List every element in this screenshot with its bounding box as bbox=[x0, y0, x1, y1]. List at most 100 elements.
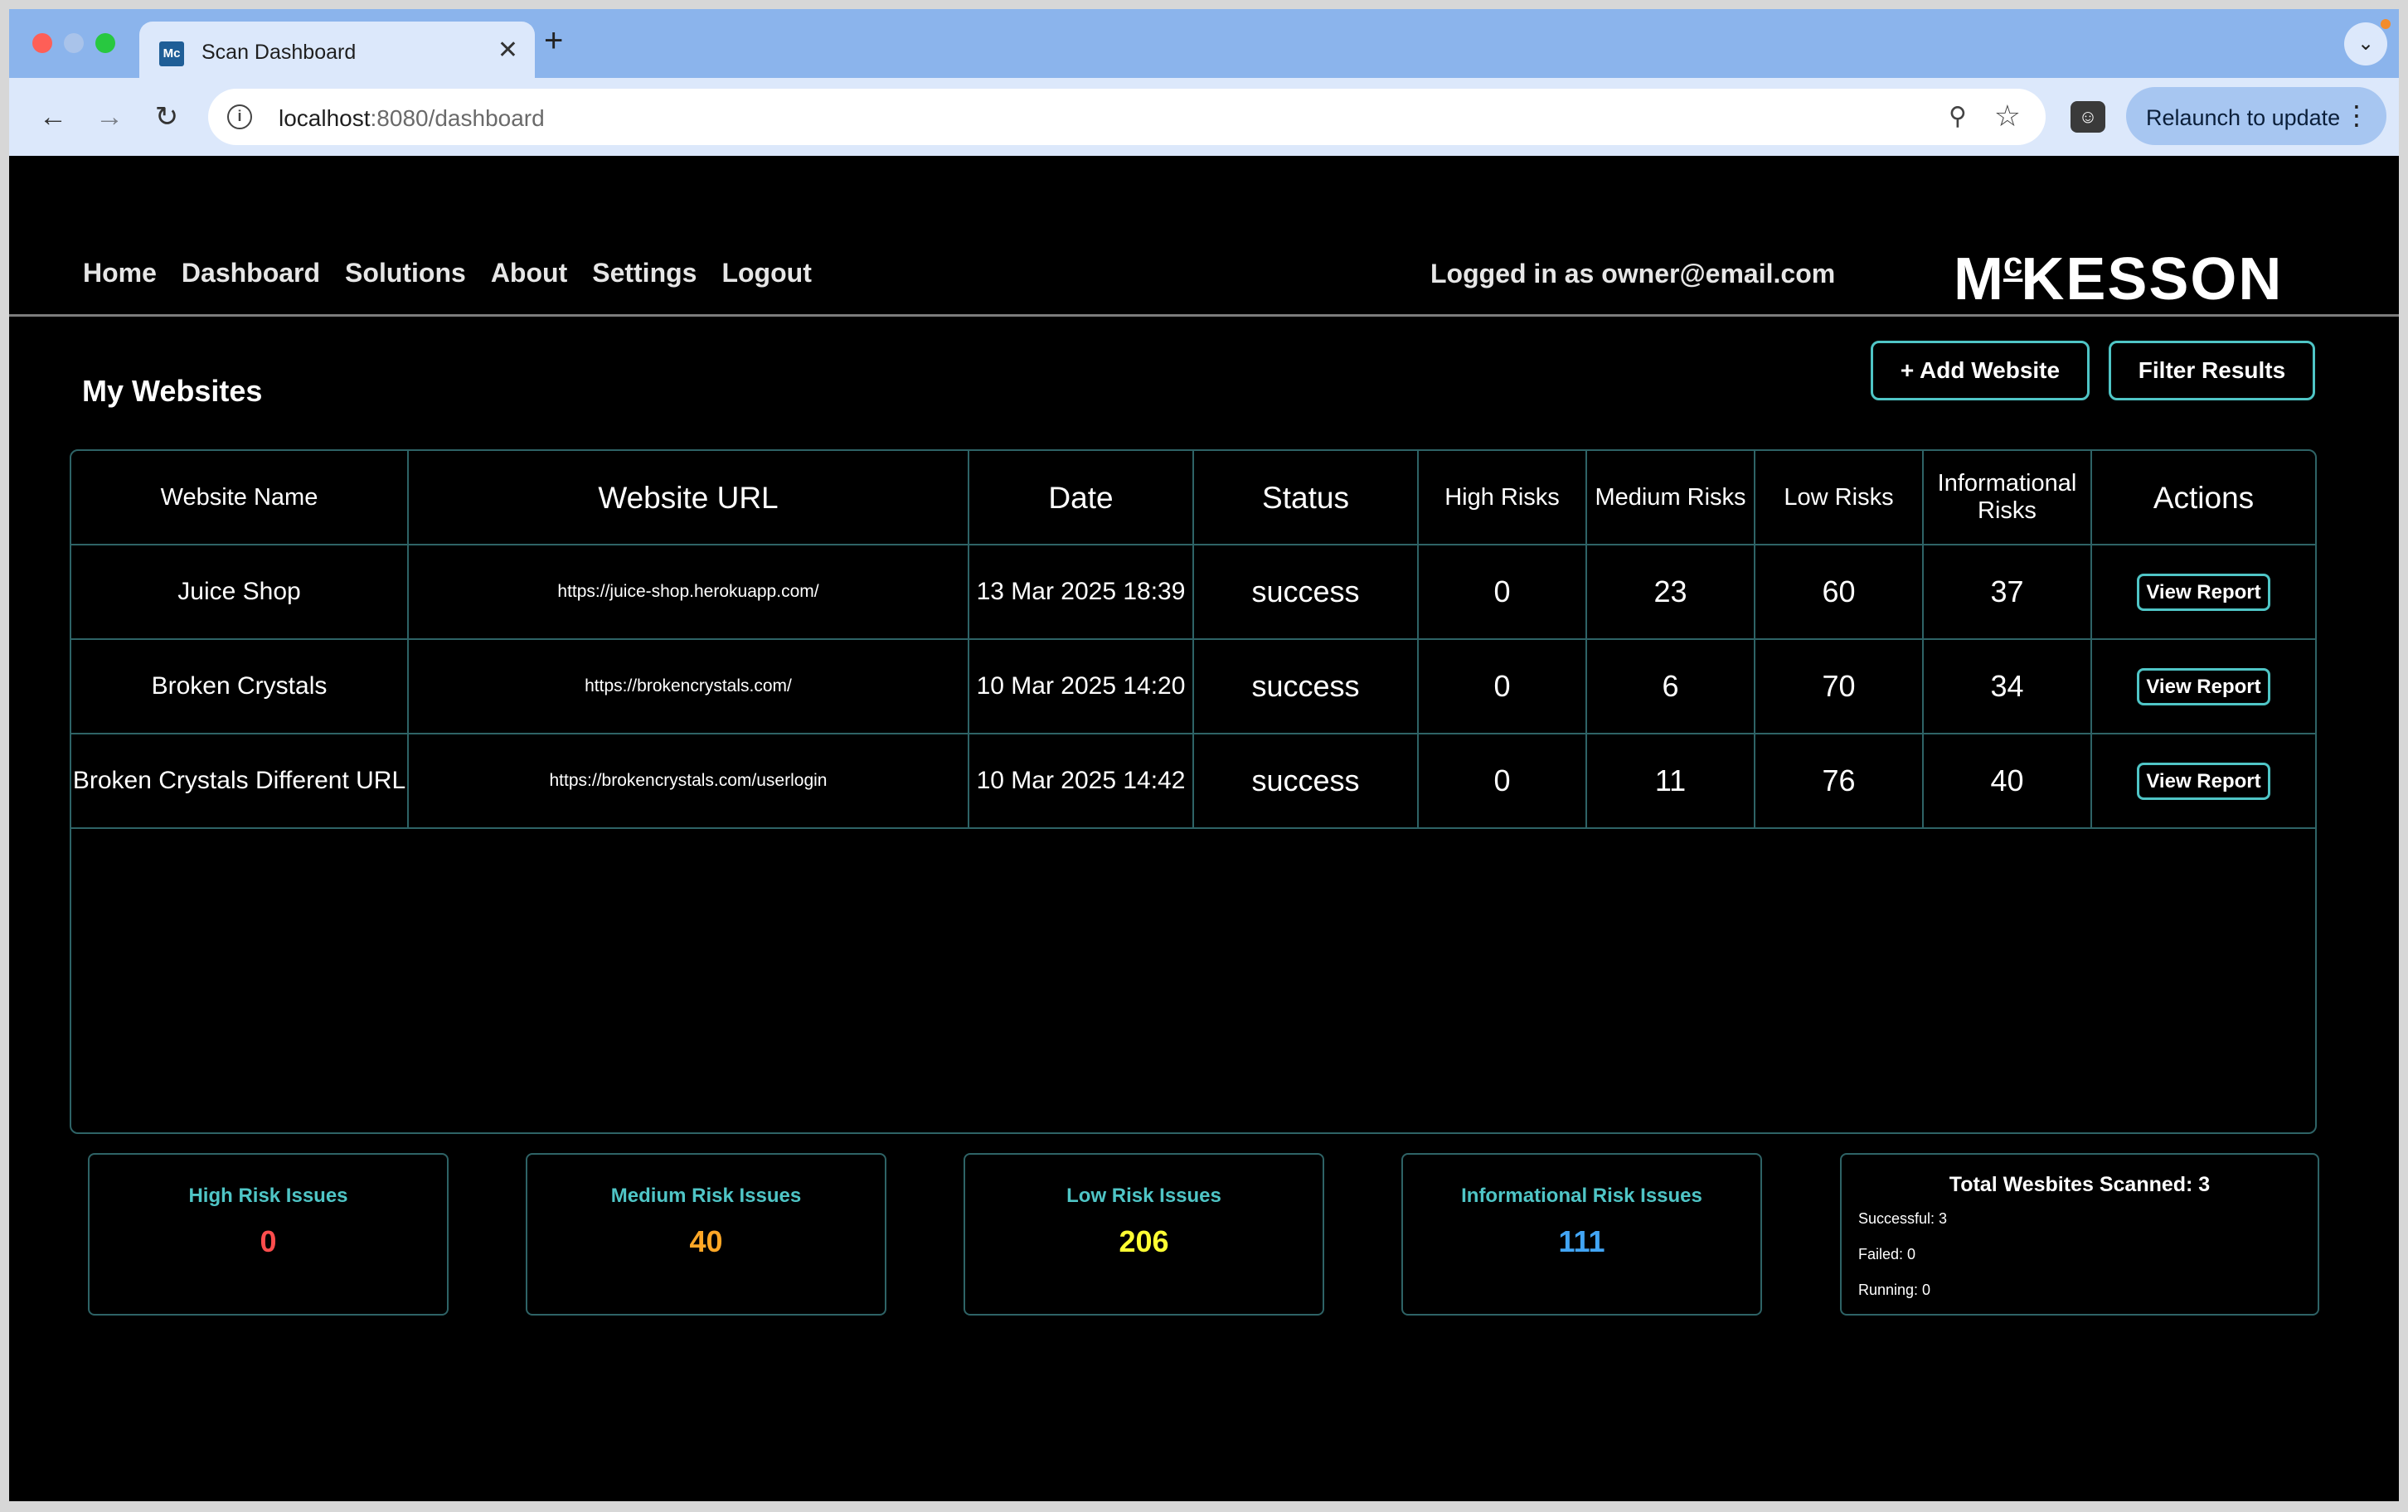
nav-solutions[interactable]: Solutions bbox=[345, 258, 466, 288]
site-info-icon[interactable]: i bbox=[227, 104, 252, 129]
cell-date: 13 Mar 2025 18:39 bbox=[968, 544, 1194, 640]
relaunch-button[interactable]: Relaunch to update ⋮ bbox=[2126, 87, 2386, 145]
cell-status: success bbox=[1192, 638, 1419, 734]
cell-website-name: Broken Crystals bbox=[71, 638, 409, 734]
medium-risk-value: 40 bbox=[689, 1224, 723, 1258]
favicon-icon: Mc bbox=[159, 41, 184, 66]
nav-logout[interactable]: Logout bbox=[721, 258, 811, 288]
cell-actions: View Report bbox=[2090, 733, 2315, 829]
cell-low-risks: 76 bbox=[1754, 733, 1924, 829]
websites-table: Website Name Website URL Date Status Hig… bbox=[71, 451, 2315, 829]
cell-actions: View Report bbox=[2090, 638, 2315, 734]
close-window-button[interactable] bbox=[32, 33, 52, 53]
cell-website-url: https://brokencrystals.com/userlogin bbox=[407, 733, 969, 829]
browser-window: Mc Scan Dashboard ✕ + ⌄ ← → ↻ i localhos… bbox=[9, 9, 2399, 1501]
browser-toolbar: ← → ↻ i localhost:8080/dashboard ⚲ ☆ ☺ R… bbox=[9, 78, 2399, 156]
high-risk-card: High Risk Issues 0 bbox=[88, 1153, 449, 1316]
cell-high-risks: 0 bbox=[1417, 733, 1587, 829]
cell-medium-risks: 6 bbox=[1585, 638, 1755, 734]
new-tab-plus-icon[interactable]: + bbox=[544, 24, 563, 57]
cell-medium-risks: 23 bbox=[1585, 544, 1755, 640]
nav-settings[interactable]: Settings bbox=[592, 258, 697, 288]
low-risk-card: Low Risk Issues 206 bbox=[964, 1153, 1324, 1316]
url-path: :8080/dashboard bbox=[370, 105, 545, 131]
logo-part-m: M bbox=[1954, 246, 2005, 313]
header-actions: Actions bbox=[2090, 451, 2315, 545]
total-successful: Successful: 3 bbox=[1858, 1210, 1948, 1227]
page-title: My Websites bbox=[82, 374, 263, 408]
logged-in-user: Logged in as owner@email.com bbox=[1430, 259, 1836, 288]
header-website-name: Website Name bbox=[71, 451, 409, 545]
bookmark-star-icon[interactable]: ☆ bbox=[1994, 99, 2021, 133]
tab-title: Scan Dashboard bbox=[201, 41, 357, 64]
maximize-window-button[interactable] bbox=[95, 33, 115, 53]
cell-high-risks: 0 bbox=[1417, 544, 1587, 640]
low-risk-label: Low Risk Issues bbox=[1066, 1185, 1221, 1207]
table-row: Juice Shop https://juice-shop.herokuapp.… bbox=[71, 544, 2315, 640]
cell-status: success bbox=[1192, 733, 1419, 829]
total-scanned-card: Total Wesbites Scanned: 3 Successful: 3 … bbox=[1840, 1153, 2319, 1316]
url-host: localhost bbox=[279, 105, 371, 131]
zoom-icon[interactable]: ⚲ bbox=[1949, 102, 1967, 131]
logo-part-c: c bbox=[2003, 245, 2023, 284]
tab-close-icon[interactable]: ✕ bbox=[498, 36, 518, 65]
cell-informational-risks: 40 bbox=[1922, 733, 2092, 829]
medium-risk-label: Medium Risk Issues bbox=[610, 1185, 802, 1207]
filter-results-button[interactable]: Filter Results bbox=[2109, 341, 2315, 400]
view-report-button[interactable]: View Report bbox=[2137, 573, 2270, 611]
high-risk-value: 0 bbox=[260, 1224, 277, 1258]
total-running: Running: 0 bbox=[1858, 1282, 1931, 1298]
add-website-button[interactable]: + Add Website bbox=[1871, 341, 2090, 400]
low-risk-value: 206 bbox=[1119, 1224, 1169, 1258]
table-row: Broken Crystals Different URL https://br… bbox=[71, 733, 2315, 829]
header-medium-risks: Medium Risks bbox=[1585, 451, 1755, 545]
cell-date: 10 Mar 2025 14:42 bbox=[968, 733, 1194, 829]
high-risk-label: High Risk Issues bbox=[188, 1185, 348, 1207]
cell-low-risks: 60 bbox=[1754, 544, 1924, 640]
total-failed: Failed: 0 bbox=[1858, 1246, 1916, 1262]
cell-website-url: https://brokencrystals.com/ bbox=[407, 638, 969, 734]
more-menu-icon[interactable]: ⋮ bbox=[2343, 99, 2370, 132]
cell-website-url: https://juice-shop.herokuapp.com/ bbox=[407, 544, 969, 640]
informational-risk-label: Informational Risk Issues bbox=[1461, 1185, 1702, 1207]
browser-tab-active[interactable]: Mc Scan Dashboard ✕ bbox=[139, 22, 535, 78]
cell-website-name: Broken Crystals Different URL bbox=[71, 733, 409, 829]
cell-high-risks: 0 bbox=[1417, 638, 1587, 734]
websites-table-panel: Website Name Website URL Date Status Hig… bbox=[70, 449, 2317, 1134]
cell-informational-risks: 34 bbox=[1922, 638, 2092, 734]
tab-strip: Mc Scan Dashboard ✕ + ⌄ bbox=[9, 9, 2399, 78]
back-arrow-icon[interactable]: ← bbox=[34, 98, 72, 136]
cell-informational-risks: 37 bbox=[1922, 544, 2092, 640]
address-url[interactable]: localhost:8080/dashboard bbox=[279, 105, 545, 132]
main-nav: Home Dashboard Solutions About Settings … bbox=[83, 258, 812, 288]
medium-risk-card: Medium Risk Issues 40 bbox=[526, 1153, 886, 1316]
nav-dashboard[interactable]: Dashboard bbox=[182, 258, 320, 288]
informational-risk-value: 111 bbox=[1558, 1224, 1605, 1258]
reload-icon[interactable]: ↻ bbox=[148, 98, 186, 136]
cell-date: 10 Mar 2025 14:20 bbox=[968, 638, 1194, 734]
header-low-risks: Low Risks bbox=[1754, 451, 1924, 545]
table-row: Broken Crystals https://brokencrystals.c… bbox=[71, 638, 2315, 734]
forward-arrow-icon[interactable]: → bbox=[90, 98, 129, 136]
view-report-button[interactable]: View Report bbox=[2137, 762, 2270, 800]
informational-risk-card: Informational Risk Issues 111 bbox=[1401, 1153, 1762, 1316]
cell-website-name: Juice Shop bbox=[71, 544, 409, 640]
cell-status: success bbox=[1192, 544, 1419, 640]
minimize-window-button[interactable] bbox=[64, 33, 84, 53]
header-website-url: Website URL bbox=[407, 451, 969, 545]
header-date: Date bbox=[968, 451, 1194, 545]
tab-search-chevron-icon[interactable]: ⌄ bbox=[2344, 19, 2391, 65]
view-report-button[interactable]: View Report bbox=[2137, 667, 2270, 705]
address-bar[interactable]: i localhost:8080/dashboard ⚲ ☆ bbox=[208, 89, 2046, 145]
header-divider bbox=[9, 314, 2399, 317]
header-status: Status bbox=[1192, 451, 1419, 545]
mckesson-logo: McKESSON bbox=[1954, 231, 2283, 313]
table-header-row: Website Name Website URL Date Status Hig… bbox=[71, 451, 2315, 545]
nav-home[interactable]: Home bbox=[83, 258, 157, 288]
profile-avatar-icon[interactable]: ☺ bbox=[2071, 101, 2105, 133]
cell-actions: View Report bbox=[2090, 544, 2315, 640]
logo-part-kesson: KESSON bbox=[2021, 246, 2284, 313]
nav-about[interactable]: About bbox=[491, 258, 567, 288]
cell-low-risks: 70 bbox=[1754, 638, 1924, 734]
relaunch-label: Relaunch to update bbox=[2146, 105, 2341, 130]
